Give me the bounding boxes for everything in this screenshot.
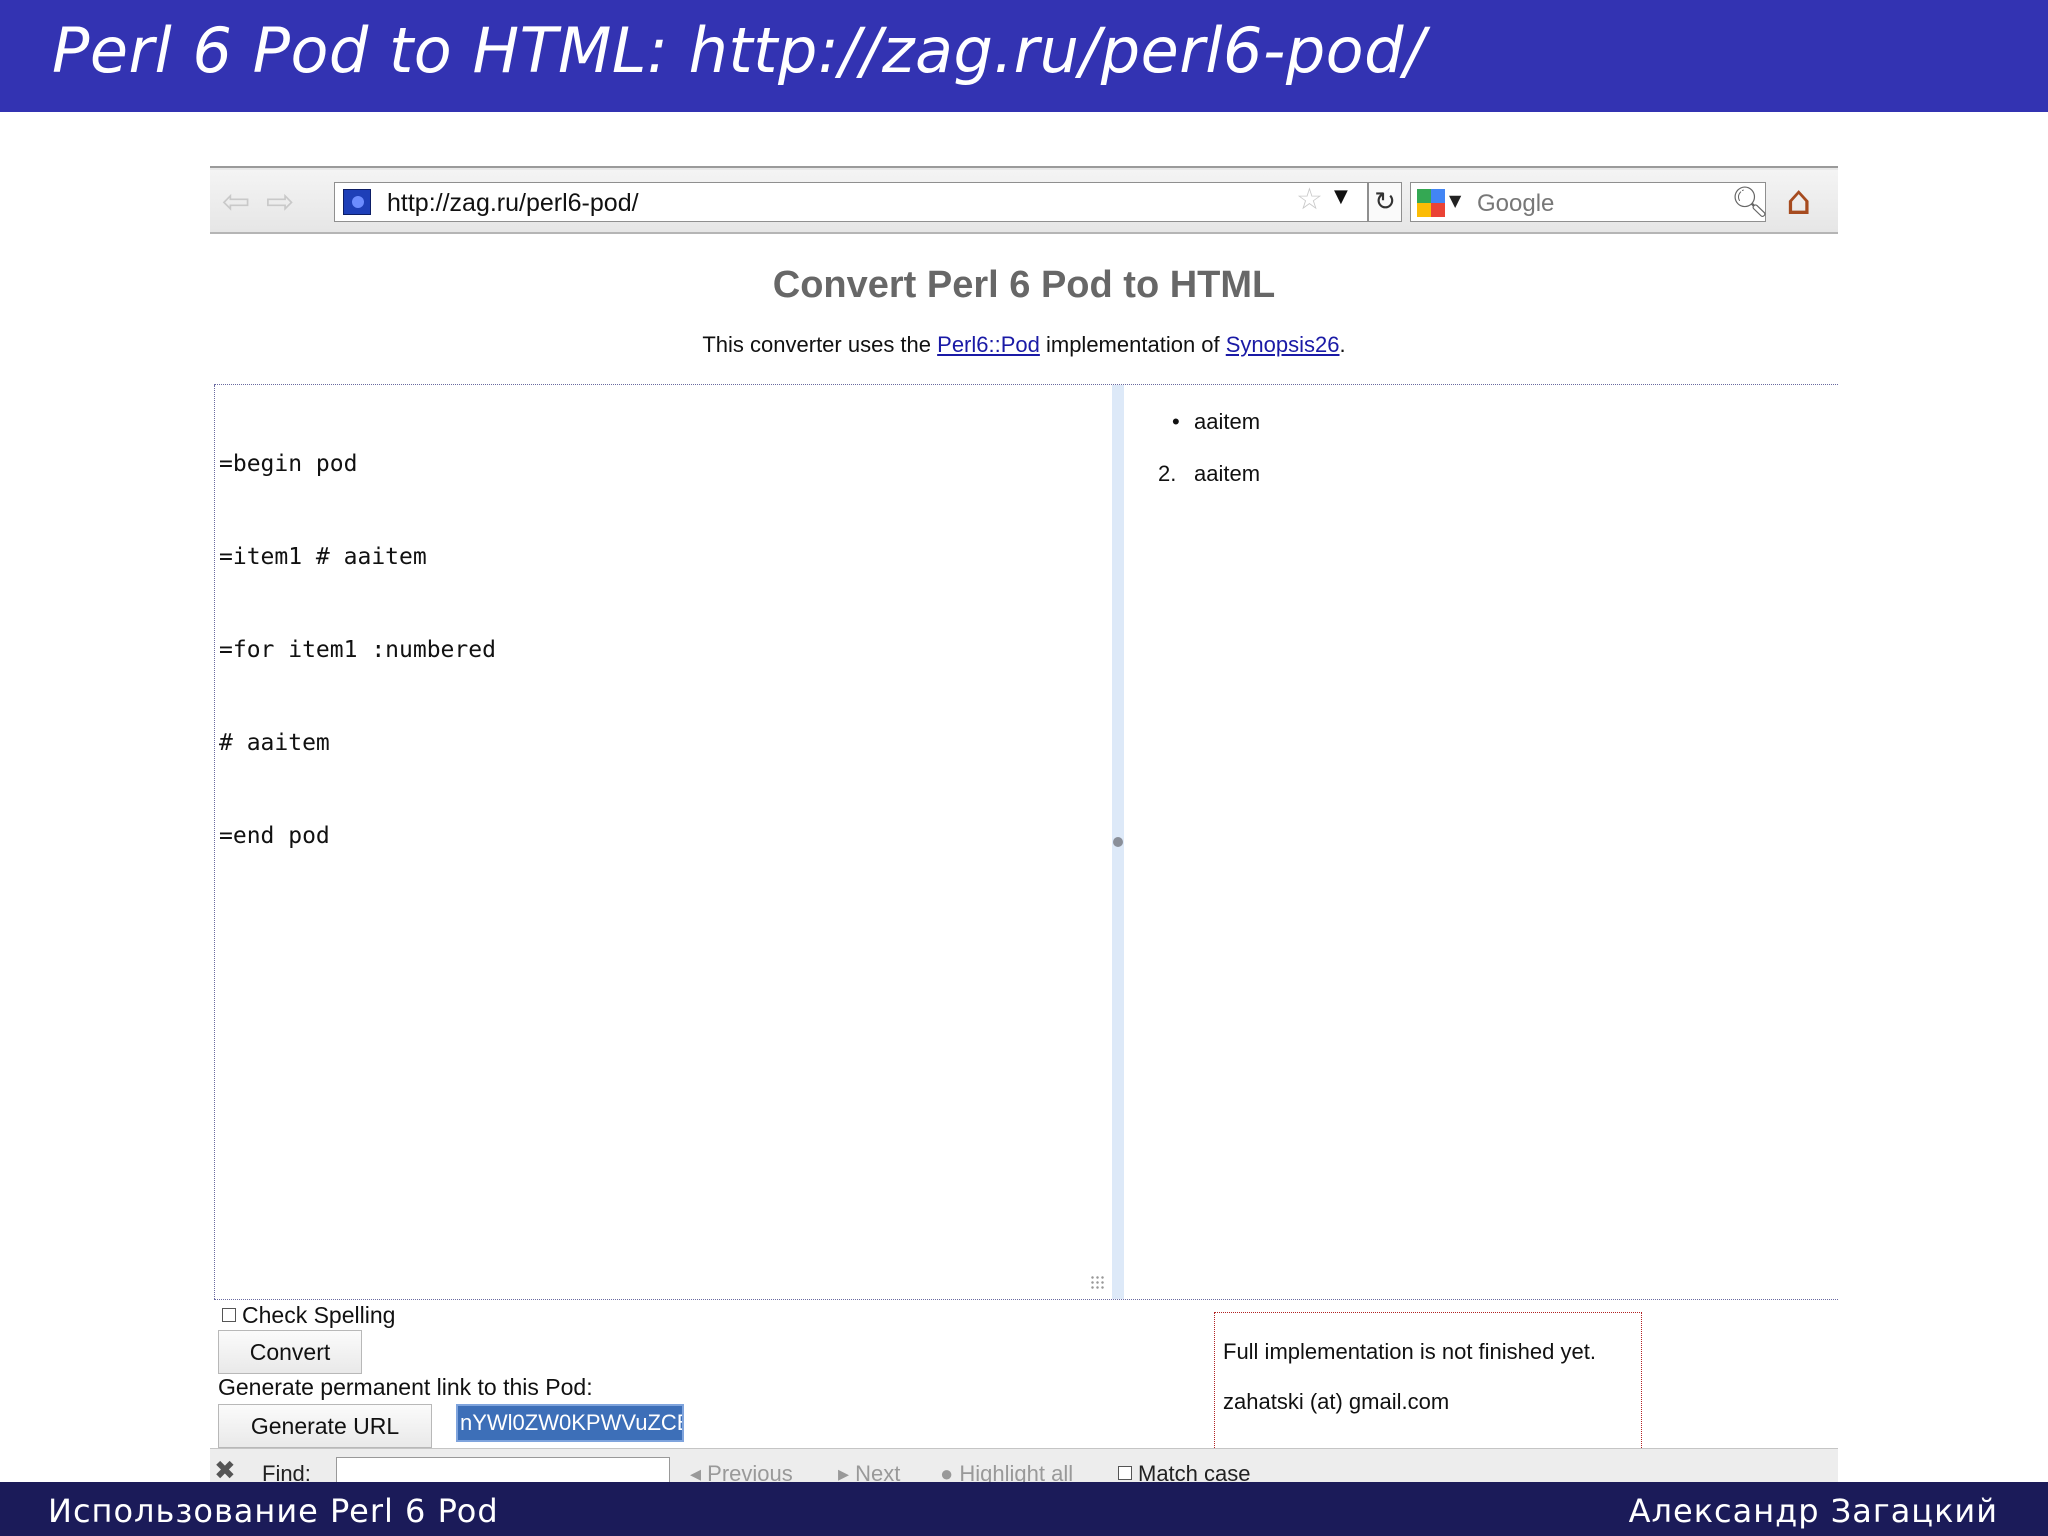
generate-url-button[interactable]: Generate URL [218,1404,432,1448]
check-spelling-row[interactable]: Check Spelling [222,1302,395,1329]
google-icon[interactable] [1417,189,1445,217]
reload-icon[interactable]: ↻ [1368,182,1402,222]
url-bar[interactable]: http://zag.ru/perl6-pod/ [334,182,1368,222]
find-bar: ✖ Find: ◂ Previous ▸ Next ● Highlight al… [210,1448,1838,1482]
browser-window: ⇦ ⇨ http://zag.ru/perl6-pod/ ☆ ▼ ↻ ▼ Goo… [210,166,1838,1482]
forward-arrow-icon[interactable]: ⇨ [260,184,300,220]
url-text[interactable]: http://zag.ru/perl6-pod/ [387,189,639,218]
perl6-pod-link[interactable]: Perl6::Pod [937,332,1040,357]
contact-email: zahatski (at) gmail.com [1223,1389,1450,1414]
dropdown-icon[interactable]: ▼ [1334,186,1348,207]
highlight-all-button[interactable]: ● Highlight all [940,1461,1073,1482]
preview-numbered-text: aaitem [1194,461,1261,486]
footer-talk-title: Использование Perl 6 Pod [48,1492,499,1530]
editor-area: =begin pod =item1 # aaitem =for item1 :n… [214,384,1838,1300]
favicon [343,189,371,215]
pod-line: =item1 # aaitem [219,544,427,570]
pod-source-textarea[interactable]: =begin pod =item1 # aaitem =for item1 :n… [214,385,1108,1299]
html-preview: • aaitem 2. aaitem [1124,385,1838,1299]
back-arrow-icon[interactable]: ⇦ [216,184,256,220]
pod-line: # aaitem [219,730,330,756]
check-spelling-label[interactable]: Check Spelling [242,1302,395,1328]
slide-title-bar: Perl 6 Pod to HTML: http://zag.ru/perl6-… [0,0,2048,112]
splitter-knob-icon[interactable] [1113,837,1123,847]
page-heading: Convert Perl 6 Pod to HTML [772,264,1276,306]
highlight-all-label[interactable]: Highlight all [959,1461,1073,1482]
check-spelling-checkbox[interactable] [222,1308,236,1322]
preview-numbered-item: 2. aaitem [1158,461,1261,487]
match-case-checkbox[interactable] [1118,1466,1132,1480]
search-placeholder[interactable]: Google [1477,190,1554,218]
navigation-toolbar: ⇦ ⇨ http://zag.ru/perl6-pod/ ☆ ▼ ↻ ▼ Goo… [210,170,1838,234]
close-icon[interactable]: ✖ [214,1455,236,1482]
magnifier-icon[interactable]: 🔍︎ [1731,185,1769,220]
find-next-button[interactable]: ▸ Next [838,1461,900,1482]
notice-text: Full implementation is not finished yet. [1223,1339,1596,1364]
home-icon[interactable]: ⌂ [1786,178,1811,224]
bullet-icon: • [1172,409,1180,434]
bookmark-star-icon[interactable]: ☆ [1296,182,1323,217]
engine-dropdown-icon[interactable]: ▼ [1449,191,1461,210]
match-case-label[interactable]: Match case [1138,1461,1251,1482]
footer-author: Александр Загацкий [1628,1492,1998,1530]
preview-number: 2. [1158,461,1177,486]
generated-url-field[interactable]: nYWl0ZW0KPWVuZCBwb2QK [456,1404,684,1442]
find-label: Find: [262,1461,311,1482]
convert-button[interactable]: Convert [218,1330,362,1374]
find-next-label[interactable]: Next [855,1461,900,1482]
find-previous-label[interactable]: Previous [707,1461,793,1482]
pod-line: =for item1 :numbered [219,637,496,663]
match-case-toggle[interactable]: Match case [1118,1461,1251,1482]
slide-title: Perl 6 Pod to HTML: http://zag.ru/perl6-… [52,14,1426,87]
page-intro: This converter uses the Perl6::Pod imple… [210,332,1838,358]
slide-footer: Использование Perl 6 Pod Александр Загац… [0,1482,2048,1536]
preview-bullet-item: • aaitem [1172,409,1261,435]
intro-suffix: . [1339,332,1346,357]
pod-line: =end pod [219,823,330,849]
find-input[interactable] [336,1457,670,1482]
search-bar[interactable]: ▼ Google 🔍︎ [1410,182,1769,222]
intro-prefix: This converter uses the [702,332,938,357]
pod-line: =begin pod [219,451,358,477]
intro-middle: implementation of [1039,332,1226,357]
pane-splitter[interactable] [1112,385,1124,1299]
synopsis26-link[interactable]: Synopsis26 [1226,332,1340,357]
preview-bullet-text: aaitem [1194,409,1261,434]
permalink-label: Generate permanent link to this Pod: [218,1374,593,1400]
resize-grip-icon[interactable] [1090,1275,1106,1291]
find-previous-button[interactable]: ◂ Previous [690,1461,793,1482]
